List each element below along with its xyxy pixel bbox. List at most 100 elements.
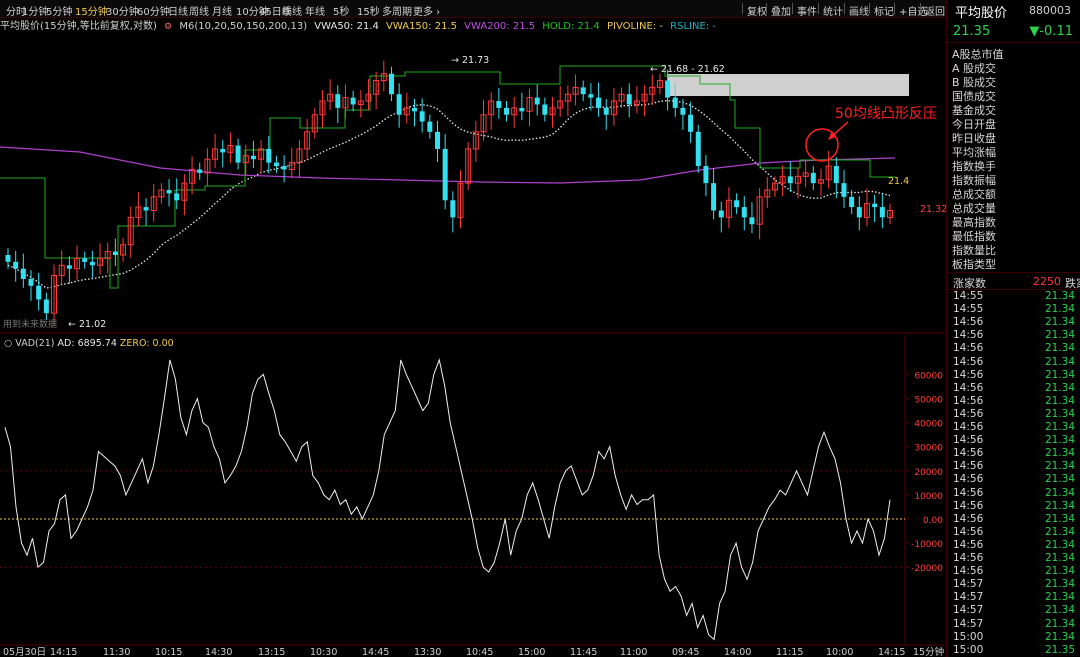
timeframe-tab-7[interactable]: 周线 (189, 3, 209, 18)
candle-down (665, 80, 671, 98)
breadth-value: 2250 (1033, 275, 1061, 288)
tick-row: 14:57 21.34 (947, 618, 1080, 631)
timeframe-tab-14[interactable]: 15秒 (357, 3, 380, 18)
tick-row: 14:56 21.34 (947, 395, 1080, 408)
tick-row: 14:56 21.34 (947, 513, 1080, 526)
candle-down (82, 258, 88, 262)
quote-name: 平均股价 (955, 6, 1008, 21)
candle-down (427, 121, 433, 132)
toolbar-divider (869, 3, 870, 14)
candle-down (20, 268, 26, 279)
candle-down (197, 169, 203, 173)
tick-time: 14:56 (953, 447, 984, 460)
x-axis-label: 10:30 (310, 647, 337, 657)
timeframe-tab-2[interactable]: 5分钟 (46, 3, 72, 18)
x-axis-label: 10:45 (466, 647, 493, 657)
candle-down (143, 207, 149, 211)
candle-down (66, 265, 72, 269)
high-price-label: → 21.73 (451, 55, 489, 66)
tick-time: 14:56 (953, 355, 984, 368)
x-axis-label: 11:15 (776, 647, 803, 657)
tick-price: 21.34 (1044, 512, 1075, 525)
vad-ad-value: AD: 6895.74 (58, 338, 120, 349)
candle-down (588, 94, 594, 98)
vad-title: ○ VAD(21) (4, 338, 58, 349)
x-axis-label: 11:00 (620, 647, 647, 657)
tick-price: 21.34 (1044, 604, 1075, 617)
tick-price: 21.34 (1044, 342, 1075, 355)
candle-down (734, 200, 740, 208)
candle-down (841, 183, 847, 197)
vad-tick-label: -20000 (911, 564, 943, 574)
timeframe-tab-4[interactable]: 30分钟 (106, 3, 139, 18)
candle-down (580, 87, 586, 95)
toolbar-button-1[interactable]: 叠加 (771, 3, 791, 18)
tick-time: 14:56 (953, 342, 984, 355)
candle-down (496, 101, 502, 108)
tick-price: 21.34 (1044, 421, 1075, 433)
timeframe-tab-12[interactable]: 年线 (305, 3, 325, 18)
candle-down (388, 73, 394, 95)
candle-down (872, 203, 878, 208)
tick-price: 21.34 (1044, 394, 1075, 407)
toolbar-button-2[interactable]: 事件 (797, 3, 817, 18)
toolbar-button-7[interactable]: 返回 (925, 3, 945, 18)
candle-down (810, 172, 816, 184)
tick-time: 14:56 (953, 421, 984, 433)
x-axis-label: 14:30 (205, 647, 232, 657)
timeframe-tab-16[interactable]: 更多 › (413, 3, 440, 18)
timeframe-tab-8[interactable]: 月线 (212, 3, 232, 18)
timeframe-tab-6[interactable]: 日线 (168, 3, 188, 18)
tick-price: 21.34 (1044, 290, 1075, 302)
candle-down (695, 131, 701, 167)
ma50-line (7, 99, 891, 289)
timeframe-tab-11[interactable]: 季线 (282, 3, 302, 18)
range-label: ← 21.68 - 21.62 (650, 64, 725, 75)
low-price-label: ← 21.02 (68, 319, 106, 330)
last-price-label: 21.32 (920, 204, 946, 215)
tick-row: 14:56 21.34 (947, 434, 1080, 447)
tick-price: 21.34 (1044, 460, 1075, 473)
stat-menu-item[interactable]: 板指类型 (952, 256, 996, 272)
toolbar-button-4[interactable]: 画线 (849, 3, 869, 18)
tick-price: 21.35 (1044, 643, 1075, 656)
period-toolbar: 分时 1分钟 5分钟 15分钟 30分钟 60分钟 日线 周线 月线 10分钟 45日线 季线 年线 5秒… (0, 0, 946, 18)
tick-price: 21.34 (1044, 434, 1075, 447)
toolbar-button-6[interactable]: +自选 (899, 3, 927, 18)
tick-row: 14:56 21.34 (947, 356, 1080, 369)
vad-tick-label: 60000 (914, 371, 943, 381)
x-axis-label: 13:15 (258, 647, 285, 657)
tick-row: 14:56 21.34 (947, 382, 1080, 395)
candle-down (504, 107, 510, 115)
timeframe-tab-5[interactable]: 60分钟 (137, 3, 170, 18)
candle-down (741, 207, 747, 218)
timeframe-tab-1[interactable]: 1分钟 (22, 3, 48, 18)
tick-row: 14:57 21.34 (947, 591, 1080, 604)
tick-time: 14:57 (953, 578, 984, 591)
timeframe-tab-13[interactable]: 5秒 (333, 3, 349, 18)
tick-price: 21.34 (1044, 525, 1075, 538)
candle-down (13, 261, 19, 269)
toolbar-button-3[interactable]: 统计 (823, 3, 843, 18)
timeframe-tab-3[interactable]: 15分钟 (75, 3, 108, 18)
timeframe-tab-15[interactable]: 多周期 (382, 3, 412, 18)
tick-row: 14:56 21.34 (947, 552, 1080, 565)
toolbar-divider (766, 3, 767, 14)
candle-down (434, 131, 440, 149)
tick-price: 21.34 (1044, 355, 1075, 368)
toolbar-button-0[interactable]: 复权 (747, 3, 767, 18)
candle-down (5, 255, 11, 262)
toolbar-divider (818, 3, 819, 14)
tick-time: 14:56 (953, 552, 984, 564)
tick-price: 21.34 (1044, 538, 1075, 551)
tick-time: 14:56 (953, 538, 984, 551)
quote-panel: 平均股价 880003 21.35 ▼-0.11 A股总市值 A 股成交 B 股成交… (946, 0, 1080, 657)
toolbar-button-5[interactable]: 标记 (874, 3, 894, 18)
candle-down (442, 148, 448, 201)
candle-down (450, 200, 456, 218)
x-axis-label: 09:45 (672, 647, 699, 657)
tick-row: 14:56 21.34 (947, 447, 1080, 460)
candle-down (166, 190, 172, 194)
tick-time: 14:56 (953, 407, 984, 420)
candlestick-chart[interactable]: → 21.73 ← 21.02 ← 21.68 - 21.62 21.4 21.32 用到… (0, 17, 946, 657)
